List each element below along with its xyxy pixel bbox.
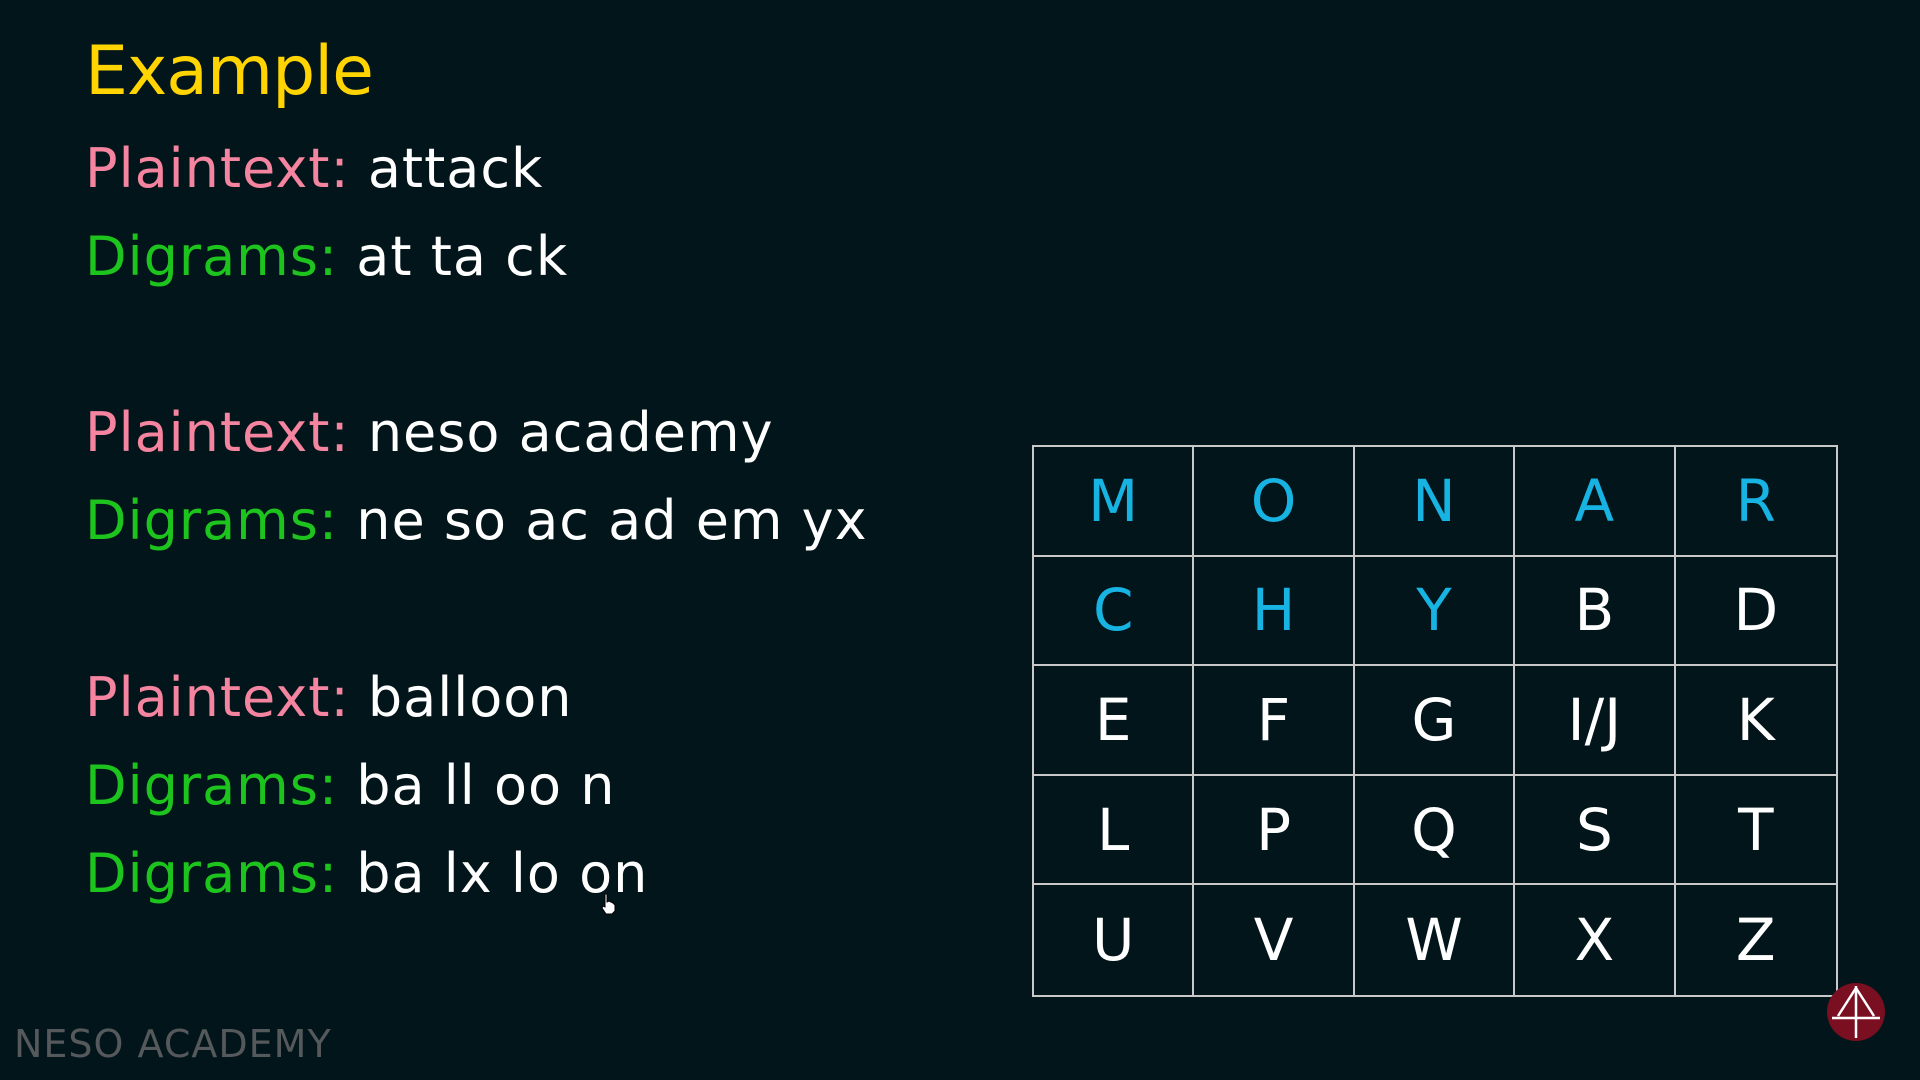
matrix-cell: U [1034, 885, 1195, 995]
matrix-cell: P [1194, 775, 1355, 886]
matrix-cell: X [1515, 885, 1676, 995]
digram-label: Digrams: [85, 489, 339, 552]
plaintext-label: Plaintext: [85, 666, 350, 729]
matrix-cell: W [1355, 885, 1516, 995]
slide-title: Example [85, 32, 374, 111]
matrix-cell: D [1675, 557, 1836, 667]
digram-value: ne so ac ad em yx [356, 489, 868, 552]
matrix-cell: K [1675, 666, 1836, 776]
matrix-cell: N [1354, 447, 1516, 557]
digram-label: Digrams: [85, 225, 339, 288]
plaintext-value: attack [367, 137, 544, 200]
digram-label: Digrams: [85, 754, 339, 817]
matrix-cell: C [1034, 556, 1195, 667]
digram-value: at ta ck [356, 225, 569, 288]
matrix-cell: M [1034, 447, 1195, 557]
matrix-cell: A [1515, 447, 1676, 557]
matrix-cell: S [1515, 775, 1676, 886]
plaintext-value: balloon [367, 666, 573, 729]
hand-pointer-icon [601, 893, 616, 915]
plaintext-label: Plaintext: [85, 401, 350, 464]
matrix-cell: B [1515, 556, 1676, 667]
digram-label: Digrams: [85, 842, 339, 905]
matrix-cell: O [1194, 447, 1355, 557]
matrix-cell: R [1675, 447, 1836, 557]
key-matrix: M O N A R C H Y B D E F G I/J K L P Q S … [1032, 445, 1838, 997]
matrix-cell: Y [1354, 556, 1516, 667]
plaintext-label: Plaintext: [85, 137, 350, 200]
matrix-cell: L [1034, 775, 1195, 886]
neso-academy-logo-icon [1827, 983, 1885, 1041]
matrix-cell: I/J [1515, 666, 1676, 776]
matrix-cell: G [1354, 666, 1516, 776]
matrix-cell: Q [1354, 775, 1516, 886]
example-2-digram-line: Digrams: ne so ac ad em yx [85, 494, 868, 548]
matrix-cell: H [1194, 556, 1355, 667]
matrix-cell: E [1034, 666, 1195, 776]
watermark: NESO ACADEMY [14, 1022, 332, 1066]
example-1-digram-line: Digrams: at ta ck [85, 230, 568, 284]
matrix-cell: F [1194, 666, 1355, 776]
example-3-plaintext-line: Plaintext: balloon [85, 671, 573, 725]
example-3-digram-line-2: Digrams: ba lx lo on [85, 847, 648, 901]
example-1-plaintext-line: Plaintext: attack [85, 142, 543, 196]
matrix-cell: T [1675, 776, 1836, 886]
digram-value: ba ll oo n [356, 754, 616, 817]
plaintext-value: neso academy [367, 401, 774, 464]
example-3-digram-line-1: Digrams: ba ll oo n [85, 759, 615, 813]
matrix-cell: V [1194, 885, 1355, 995]
example-2-plaintext-line: Plaintext: neso academy [85, 406, 774, 460]
matrix-cell: Z [1735, 906, 1776, 975]
